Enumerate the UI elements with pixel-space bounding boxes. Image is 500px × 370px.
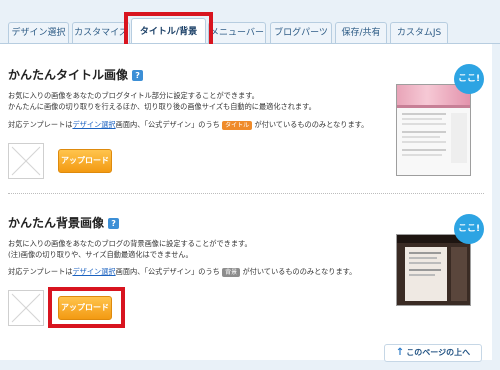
preview-line [409, 257, 437, 259]
title-image-section-heading: かんたんタイトル画像? [8, 66, 144, 83]
background-badge: 背景 [222, 267, 241, 277]
bg-image-desc-2: (注)画像の切り取りや、サイズ自動最適化はできません。 [8, 250, 193, 259]
section-divider [8, 193, 484, 194]
title-image-heading-text: かんたんタイトル画像 [8, 68, 129, 82]
bg-here-bubble: ここ! [454, 214, 484, 244]
tab-design-select[interactable]: デザイン選択 [8, 22, 69, 43]
template-note-post: が付いているもののみとなります。 [242, 267, 357, 276]
help-icon[interactable]: ? [108, 218, 120, 229]
title-badge: タイトル [222, 120, 253, 130]
preview-line [402, 123, 446, 125]
preview-line [409, 262, 441, 264]
template-note-pre: 対応テンプレートは [8, 120, 73, 129]
bg-image-section-heading: かんたん背景画像? [8, 214, 120, 231]
page-top-link[interactable]: ↑ このページの上へ [384, 344, 482, 362]
preview-line [402, 136, 440, 138]
preview-nav [397, 105, 470, 108]
bg-upload-button[interactable]: アップロード [58, 296, 112, 320]
bg-preview-image [396, 234, 471, 306]
template-note-pre: 対応テンプレートは [8, 267, 73, 276]
design-select-link[interactable]: デザイン選択 [72, 267, 115, 276]
preview-line [402, 113, 446, 115]
bg-image-heading-text: かんたん背景画像 [8, 216, 105, 230]
image-placeholder-icon [8, 143, 44, 179]
preview-line [402, 154, 442, 156]
tab-blog-parts[interactable]: ブログパーツ [270, 22, 332, 43]
tab-custom-js[interactable]: カスタムJS [390, 22, 448, 43]
preview-line [409, 252, 441, 254]
bg-image-template-note: 対応テンプレートはデザイン選択画面内、「公式デザイン」のうち 背景 が付いている… [8, 266, 356, 277]
arrow-up-icon: ↑ [395, 347, 405, 358]
image-placeholder-icon [8, 290, 44, 326]
design-select-link[interactable]: デザイン選択 [72, 120, 115, 129]
preview-line [409, 274, 435, 276]
preview-line [402, 149, 446, 151]
tab-save-share[interactable]: 保存/共有 [335, 22, 387, 43]
title-here-bubble: ここ! [454, 64, 484, 94]
title-upload-button[interactable]: アップロード [58, 149, 112, 173]
template-note-post: が付いているもののみとなります。 [254, 120, 369, 129]
help-icon[interactable]: ? [132, 70, 144, 81]
template-note-mid: 画面内、「公式デザイン」のうち [115, 120, 220, 129]
title-image-template-note: 対応テンプレートはデザイン選択画面内、「公式デザイン」のうち タイトル が付いて… [8, 119, 368, 130]
template-note-mid: 画面内、「公式デザイン」のうち [115, 267, 220, 276]
tab-menubar[interactable]: メニューバー [208, 22, 266, 43]
preview-line [402, 131, 446, 133]
title-preview-image [396, 84, 471, 176]
title-image-desc-2: かんたんに画像の切り取りを行えるほか、切り取り後の画像サイズも自動的に最適化され… [8, 102, 316, 111]
tab-title-background[interactable]: タイトル/背景 [131, 18, 206, 44]
tab-bar: デザイン選択 カスタマイズ タイトル/背景 メニューバー ブログパーツ 保存/共… [0, 0, 500, 44]
bg-image-desc-1: お気に入りの画像をあなたのブログの背景画像に設定することができます。 [8, 239, 252, 248]
preview-line [402, 118, 442, 120]
page-top-label: このページの上へ [406, 348, 471, 357]
title-image-desc-1: お気に入りの画像をあなたのブログタイトル部分に設定することができます。 [8, 91, 259, 100]
preview-line [402, 141, 446, 143]
preview-sidebar [451, 247, 467, 301]
preview-sidebar [451, 113, 467, 163]
preview-line [409, 269, 441, 271]
tab-customize[interactable]: カスタマイズ [72, 22, 130, 43]
